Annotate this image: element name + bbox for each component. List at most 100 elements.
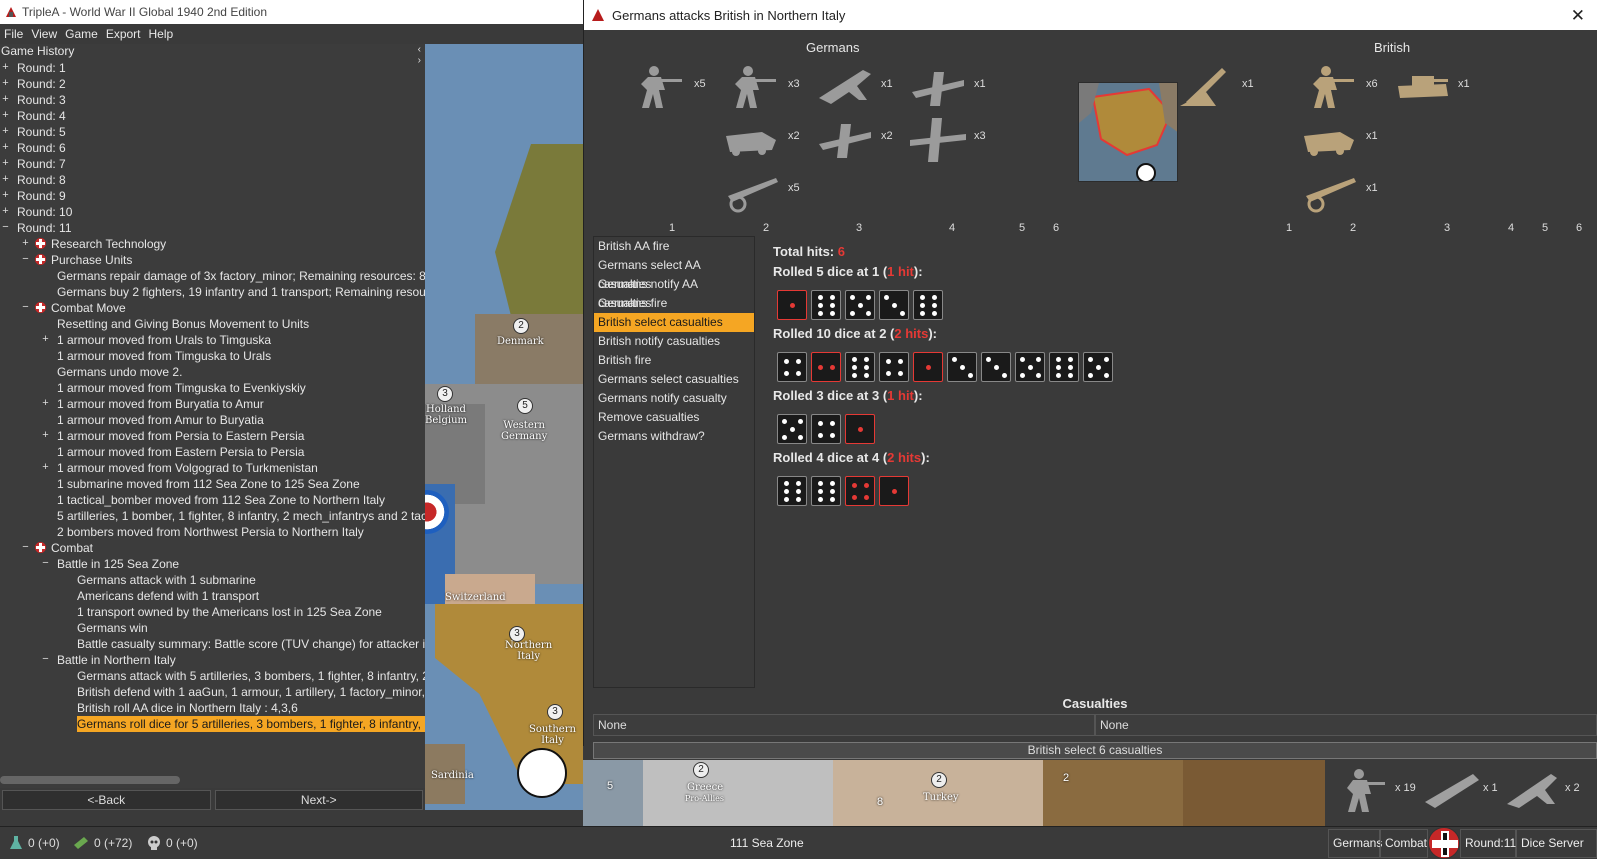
history-row[interactable]: Americans defend with 1 transport: [0, 588, 425, 604]
battle-step[interactable]: Remove casualties: [594, 408, 754, 427]
history-row[interactable]: Germans undo move 2.: [0, 364, 425, 380]
history-row[interactable]: Germans roll dice for 5 artilleries, 3 b…: [0, 716, 425, 732]
expand-icon[interactable]: +: [41, 462, 50, 473]
history-row[interactable]: 1 armour moved from Timguska to Urals: [0, 348, 425, 364]
battle-step[interactable]: British AA fire: [594, 237, 754, 256]
total-hits: Total hits: 6: [773, 244, 1563, 264]
expand-icon[interactable]: +: [41, 398, 50, 409]
history-row[interactable]: 1 transport owned by the Americans lost …: [0, 604, 425, 620]
expand-icon[interactable]: +: [1, 94, 10, 105]
battle-step[interactable]: Germans select AA casualties: [594, 256, 754, 291]
collapse-icon[interactable]: −: [41, 654, 50, 665]
expand-icon[interactable]: +: [1, 110, 10, 121]
history-row[interactable]: − Round: 11: [0, 220, 425, 236]
history-row[interactable]: + Research Technology: [0, 236, 425, 252]
history-row[interactable]: − Battle in Northern Italy: [0, 652, 425, 668]
history-row[interactable]: + Round: 5: [0, 124, 425, 140]
die-pip: [818, 295, 823, 300]
back-button[interactable]: <-Back: [2, 790, 211, 810]
battle-steps-list[interactable]: British AA fire Germans select AA casualt…: [593, 236, 755, 688]
history-row[interactable]: British defend with 1 aaGun, 1 armour, 1…: [0, 684, 425, 700]
die-pip: [898, 359, 903, 364]
menu-help[interactable]: Help: [149, 27, 174, 41]
die-miss: [1015, 352, 1045, 382]
bottom-map[interactable]: Greece Pro-Allies Turkey 2 2 2 5 8: [583, 760, 1325, 826]
casualties-title: Casualties: [1062, 696, 1128, 711]
close-icon[interactable]: ✕: [1571, 6, 1585, 26]
history-row[interactable]: + Round: 4: [0, 108, 425, 124]
history-row[interactable]: Germans buy 2 fighters, 19 infantry and …: [0, 284, 425, 300]
expand-icon[interactable]: +: [21, 238, 30, 249]
history-row[interactable]: 1 armour moved from Timguska to Evenkiys…: [0, 380, 425, 396]
history-row[interactable]: − Combat: [0, 540, 425, 556]
menu-file[interactable]: File: [4, 27, 23, 41]
battle-step[interactable]: British fire: [594, 351, 754, 370]
history-row[interactable]: + Round: 10: [0, 204, 425, 220]
die-pip: [830, 433, 835, 438]
history-row[interactable]: Germans win: [0, 620, 425, 636]
history-row[interactable]: 2 bombers moved from Northwest Persia to…: [0, 524, 425, 540]
die-pip: [1020, 373, 1025, 378]
expand-icon[interactable]: +: [1, 62, 10, 73]
history-row[interactable]: + Round: 7: [0, 156, 425, 172]
history-row[interactable]: 5 artilleries, 1 bomber, 1 fighter, 8 in…: [0, 508, 425, 524]
history-scrollbar[interactable]: [0, 776, 180, 784]
defender-unit: x1: [1176, 62, 1254, 110]
history-row[interactable]: 1 tactical_bomber moved from 112 Sea Zon…: [0, 492, 425, 508]
history-row[interactable]: 1 armour moved from Amur to Buryatia: [0, 412, 425, 428]
expand-icon[interactable]: +: [1, 126, 10, 137]
history-row[interactable]: 1 armour moved from Eastern Persia to Pe…: [0, 444, 425, 460]
history-row[interactable]: 1 submarine moved from 112 Sea Zone to 1…: [0, 476, 425, 492]
battle-titlebar: Germans attacks British in Northern Ital…: [584, 0, 1597, 30]
app-title: TripleA - World War II Global 1940 2nd E…: [22, 5, 268, 19]
menu-game[interactable]: Game: [65, 27, 98, 41]
history-row[interactable]: + Round: 3: [0, 92, 425, 108]
expand-icon[interactable]: +: [1, 174, 10, 185]
total-hits-label: Total hits:: [773, 244, 835, 259]
history-row[interactable]: Germans attack with 5 artilleries, 3 bom…: [0, 668, 425, 684]
collapse-icon[interactable]: −: [41, 558, 50, 569]
expand-icon[interactable]: +: [41, 430, 50, 441]
expand-icon[interactable]: +: [1, 158, 10, 169]
battle-step[interactable]: Germans select casualties: [594, 370, 754, 389]
history-row[interactable]: Battle casualty summary: Battle score (T…: [0, 636, 425, 652]
select-casualties-button[interactable]: British select 6 casualties: [593, 742, 1597, 759]
collapse-icon[interactable]: −: [21, 542, 30, 553]
menu-export[interactable]: Export: [106, 27, 141, 41]
history-row[interactable]: Germans repair damage of 3x factory_mino…: [0, 268, 425, 284]
history-row[interactable]: + Round: 2: [0, 76, 425, 92]
expand-icon[interactable]: +: [1, 142, 10, 153]
next-button[interactable]: Next->: [214, 790, 423, 810]
expand-icon[interactable]: +: [1, 78, 10, 89]
collapse-icon[interactable]: −: [1, 222, 10, 233]
history-row[interactable]: − Purchase Units: [0, 252, 425, 268]
history-row[interactable]: − Combat Move: [0, 300, 425, 316]
history-row[interactable]: Resetting and Giving Bonus Movement to U…: [0, 316, 425, 332]
history-row[interactable]: +1 armour moved from Buryatia to Amur: [0, 396, 425, 412]
history-row[interactable]: + Round: 1: [0, 60, 425, 76]
history-row[interactable]: + Round: 6: [0, 140, 425, 156]
die-pip: [830, 421, 835, 426]
history-row[interactable]: +1 armour moved from Urals to Timguska: [0, 332, 425, 348]
battle-step[interactable]: Germans notify casualty: [594, 389, 754, 408]
menu-view[interactable]: View: [31, 27, 57, 41]
collapse-icon[interactable]: −: [21, 254, 30, 265]
history-row[interactable]: +1 armour moved from Persia to Eastern P…: [0, 428, 425, 444]
history-row[interactable]: British roll AA dice in Northern Italy :…: [0, 700, 425, 716]
battle-step[interactable]: British notify casualties: [594, 332, 754, 351]
expand-icon[interactable]: +: [41, 334, 50, 345]
game-map[interactable]: Denmark Holland Belgium Western Germany …: [425, 44, 583, 810]
battle-step[interactable]: Germans fire: [594, 294, 754, 313]
history-row[interactable]: + Round: 8: [0, 172, 425, 188]
battle-step[interactable]: Germans notify AA casualties: [594, 275, 754, 310]
collapse-icon[interactable]: −: [21, 302, 30, 313]
battle-step[interactable]: British select casualties: [594, 313, 754, 332]
history-row[interactable]: + Round: 9: [0, 188, 425, 204]
die-pip: [986, 357, 991, 362]
history-row[interactable]: − Battle in 125 Sea Zone: [0, 556, 425, 572]
history-row[interactable]: Germans attack with 1 submarine: [0, 572, 425, 588]
history-row[interactable]: +1 armour moved from Volgograd to Turkme…: [0, 460, 425, 476]
battle-step[interactable]: Germans withdraw?: [594, 427, 754, 446]
expand-icon[interactable]: +: [1, 190, 10, 201]
expand-icon[interactable]: +: [1, 206, 10, 217]
